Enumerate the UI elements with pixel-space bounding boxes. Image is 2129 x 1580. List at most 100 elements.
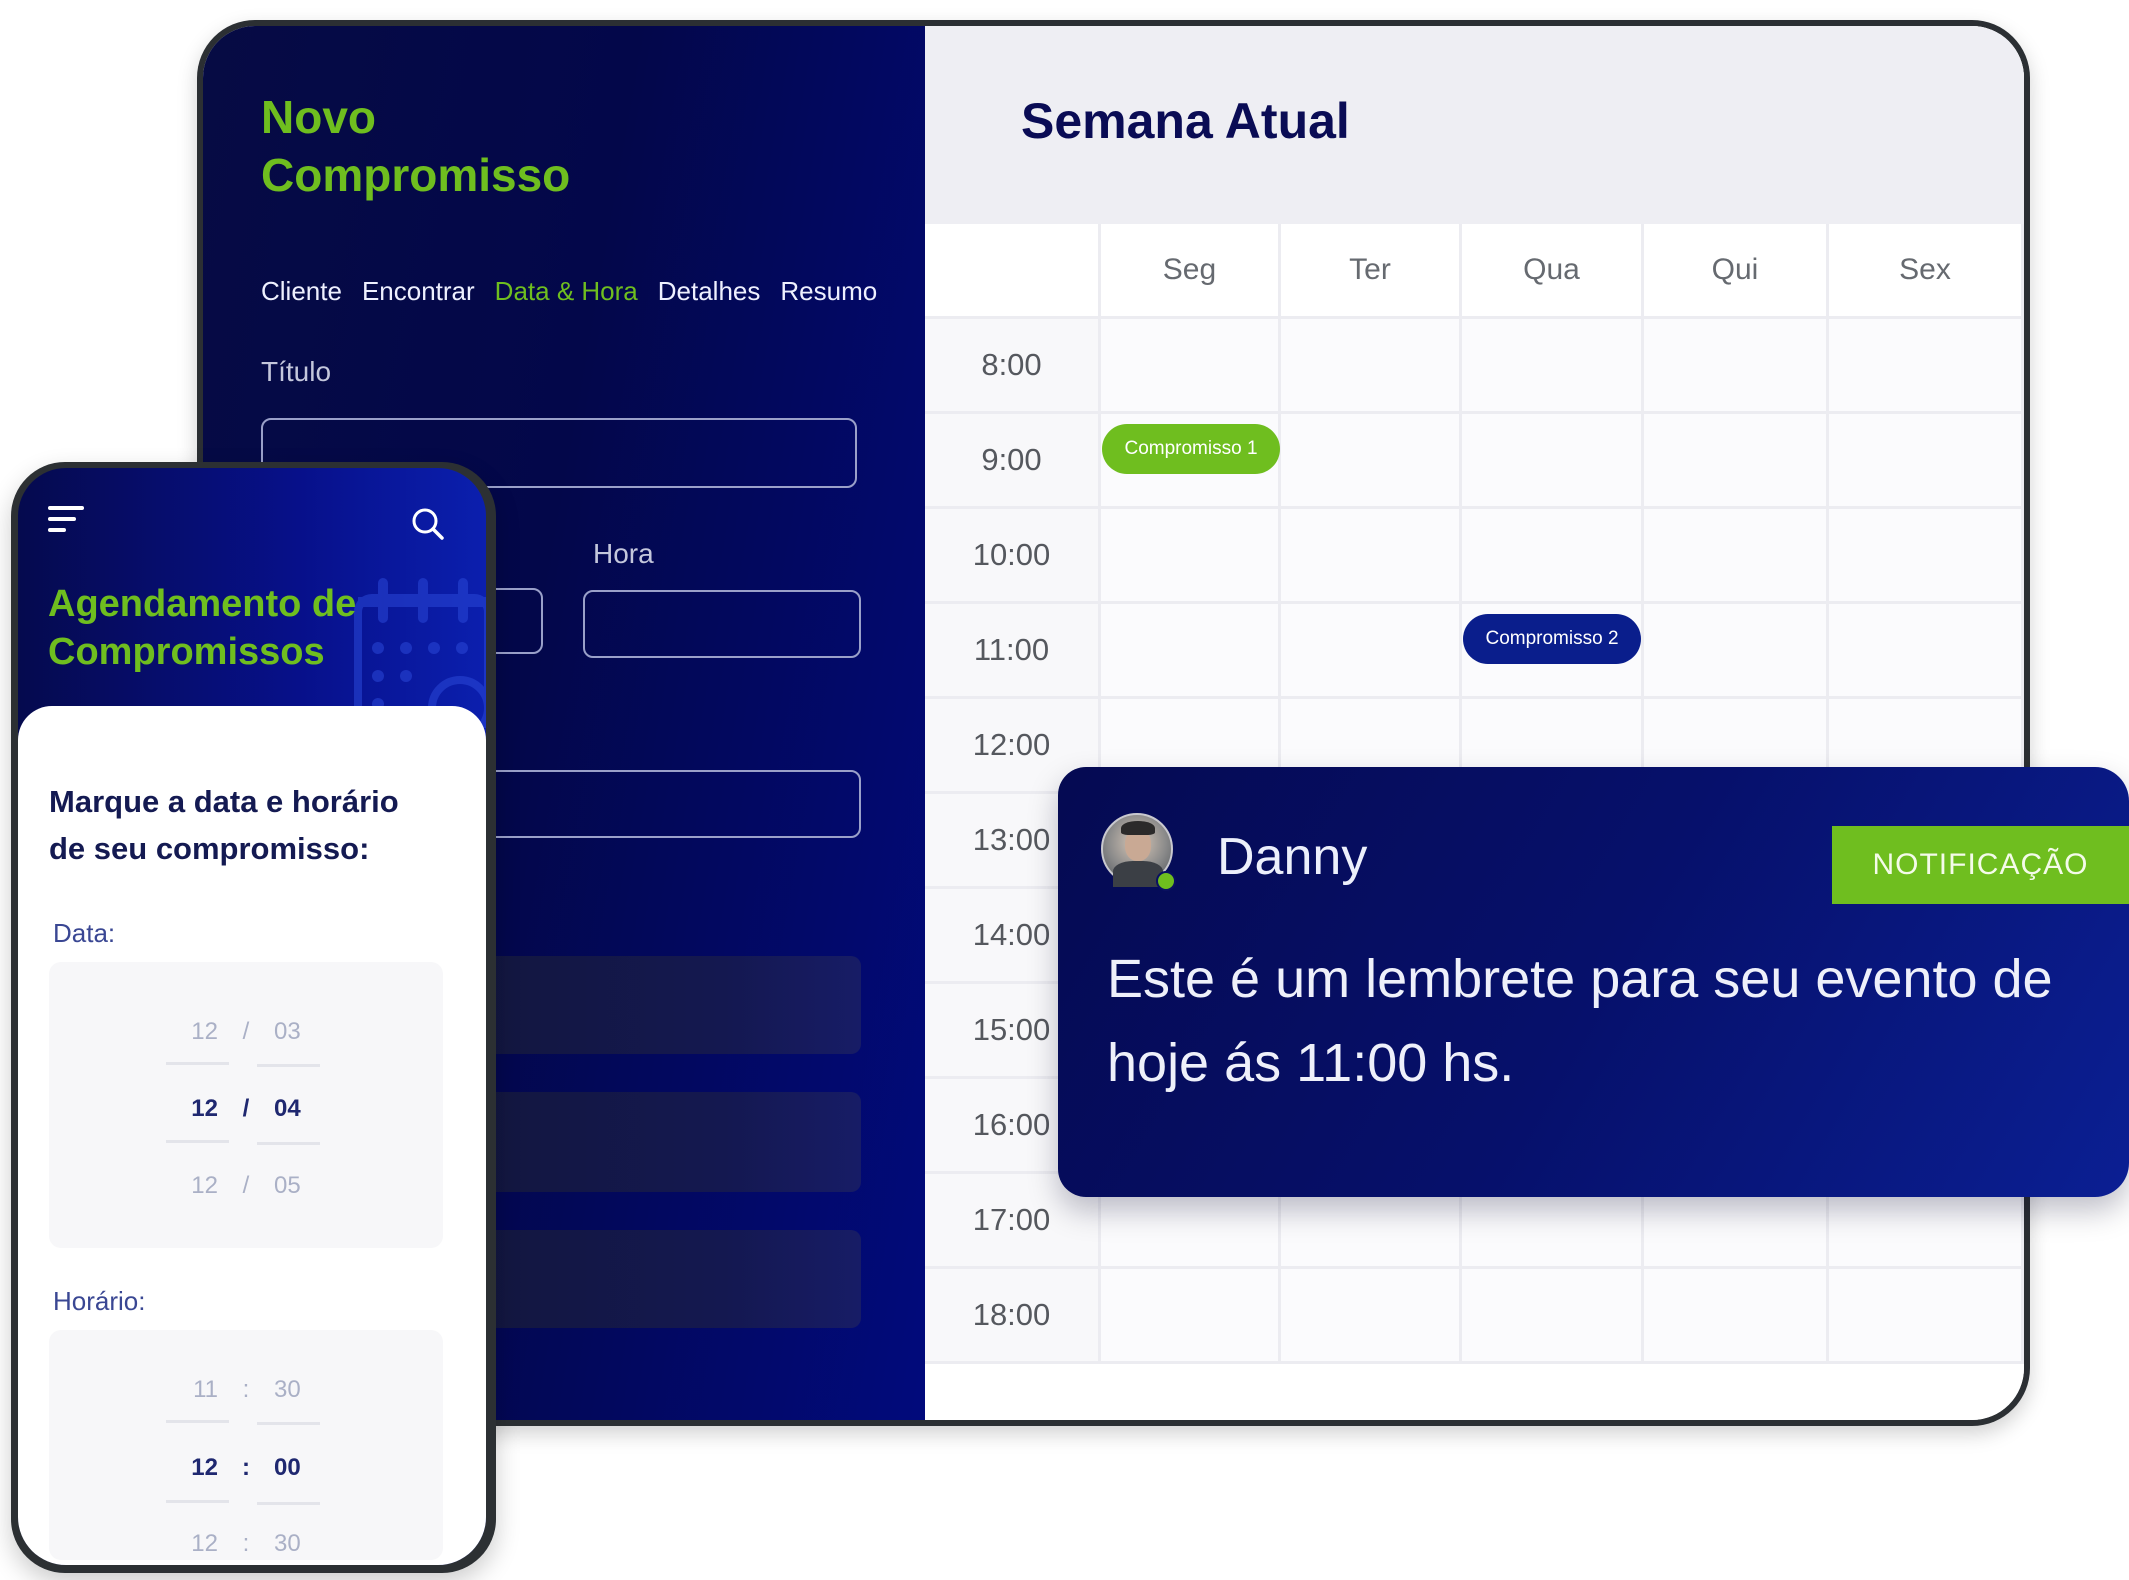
titulo-label: Título <box>261 356 332 387</box>
calendar-slot-cell[interactable] <box>1644 414 1829 509</box>
date-option[interactable]: 12 / 03 <box>49 1012 443 1052</box>
calendar-slot-cell[interactable] <box>1281 1269 1462 1364</box>
time-label: Horário: <box>53 1286 146 1316</box>
calendar-slot-cell[interactable] <box>1462 414 1644 509</box>
notification-message: Este é um lembrete para seu evento de ho… <box>1107 949 2053 1093</box>
time-hour: 12 <box>191 1454 218 1481</box>
phone-app-title: Agendamento de Compromissos <box>48 580 408 676</box>
calendar-slot-cell[interactable] <box>1829 604 2024 699</box>
day-header-cell: Qui <box>1644 224 1829 319</box>
time-minute: 30 <box>274 1530 301 1557</box>
time-picker[interactable]: 11 : 30 12 : 00 12 : 30 <box>49 1330 443 1560</box>
day-header-label: Sex <box>1899 253 1951 286</box>
day-header-cell: Ter <box>1281 224 1462 319</box>
calendar-slot-cell[interactable] <box>1644 604 1829 699</box>
instructions-line-2: de seu compromisso: <box>49 831 370 866</box>
day-header-label: Qui <box>1711 253 1759 286</box>
picker-divider <box>257 1422 320 1425</box>
time-slot-label: 9:00 <box>925 414 1098 506</box>
phone-screen: Agendamento de Compromissos Marque a dat… <box>18 468 486 1565</box>
week-calendar-panel: Semana Atual Seg Ter Qua Qui Sex 8:00 9:00 Comp… <box>925 26 2024 1420</box>
notification-badge: NOTIFICAÇÃO <box>1832 826 2129 904</box>
date-separator: / <box>242 1172 250 1199</box>
calendar-event[interactable]: Compromisso 2 <box>1463 614 1641 664</box>
calendar-slot-cell[interactable] <box>1101 1269 1281 1364</box>
tab-cliente[interactable]: Cliente <box>261 276 342 307</box>
calendar-slot-cell[interactable] <box>1829 414 2024 509</box>
sender-name: Danny <box>1217 828 1368 886</box>
day-header-label: Qua <box>1523 253 1580 286</box>
calendar-slot-cell[interactable]: Compromisso 2 <box>1462 604 1644 699</box>
calendar-slot-cell[interactable] <box>1101 319 1281 414</box>
schedule-instructions: Marque a data e horário de seu compromis… <box>49 778 449 872</box>
day-header-cell: Seg <box>1101 224 1281 319</box>
calendar-slot-cell[interactable] <box>1644 319 1829 414</box>
hora-input[interactable] <box>583 590 861 658</box>
schedule-card: Marque a data e horário de seu compromis… <box>18 706 486 1565</box>
tab-detalhes[interactable]: Detalhes <box>658 276 761 307</box>
calendar-slot-cell[interactable] <box>1829 509 2024 604</box>
notification-card[interactable]: Danny NOTIFICAÇÃO Este é um lembrete par… <box>1058 767 2129 1197</box>
time-separator: : <box>242 1530 250 1557</box>
picker-divider <box>257 1064 320 1067</box>
time-hour: 12 <box>191 1530 218 1557</box>
calendar-slot-cell[interactable] <box>1281 414 1462 509</box>
picker-divider <box>257 1502 320 1505</box>
calendar-slot-cell[interactable] <box>1101 509 1281 604</box>
time-slot-label: 8:00 <box>925 319 1098 411</box>
date-option[interactable]: 12 / 05 <box>49 1166 443 1206</box>
date-separator: / <box>242 1018 250 1045</box>
time-slot-label-cell: 8:00 <box>925 319 1101 414</box>
day-header-label: Ter <box>1349 253 1391 286</box>
date-month: 03 <box>274 1018 301 1045</box>
time-slot-label-cell: 11:00 <box>925 604 1101 699</box>
day-header-cell: Sex <box>1829 224 2024 319</box>
date-month: 05 <box>274 1172 301 1199</box>
time-slot-label-cell: 10:00 <box>925 509 1101 604</box>
calendar-slot-cell[interactable] <box>1829 1269 2024 1364</box>
date-picker[interactable]: 12 / 03 12 / 04 12 / 05 <box>49 962 443 1248</box>
calendar-slot-cell[interactable]: Compromisso 1 <box>1101 414 1281 509</box>
hora-label: Hora <box>593 538 654 569</box>
time-slot-label: 10:00 <box>925 509 1098 601</box>
time-option-selected[interactable]: 12 : 00 <box>49 1448 443 1488</box>
date-day: 12 <box>191 1172 218 1199</box>
title-line-2: Compromisso <box>261 149 571 201</box>
online-status-icon <box>1156 871 1176 891</box>
menu-icon[interactable] <box>48 506 84 534</box>
calendar-header: Semana Atual <box>925 26 2024 224</box>
picker-divider <box>166 1500 229 1503</box>
instructions-line-1: Marque a data e horário <box>49 784 399 819</box>
time-option[interactable]: 11 : 30 <box>49 1370 443 1410</box>
phone-title-line-2: Compromissos <box>48 631 325 673</box>
day-header-cell: Qua <box>1462 224 1644 319</box>
calendar-slot-cell[interactable] <box>1101 604 1281 699</box>
time-option[interactable]: 12 : 30 <box>49 1524 443 1564</box>
calendar-slot-cell[interactable] <box>1281 604 1462 699</box>
calendar-slot-cell[interactable] <box>1281 319 1462 414</box>
calendar-slot-cell[interactable] <box>1281 509 1462 604</box>
calendar-slot-cell[interactable] <box>1462 319 1644 414</box>
time-hour: 11 <box>193 1376 218 1403</box>
tab-data-hora[interactable]: Data & Hora <box>495 276 638 307</box>
date-label: Data: <box>53 918 116 948</box>
tab-encontrar[interactable]: Encontrar <box>362 276 475 307</box>
search-icon[interactable] <box>410 506 446 542</box>
phone-title-line-1: Agendamento de <box>48 583 357 625</box>
time-slot-label: 18:00 <box>925 1269 1098 1361</box>
avatar-hair <box>1121 821 1155 835</box>
calendar-event[interactable]: Compromisso 1 <box>1102 424 1280 474</box>
day-header-label: Seg <box>1162 253 1217 286</box>
tab-resumo[interactable]: Resumo <box>780 276 877 307</box>
calendar-slot-cell[interactable] <box>1644 509 1829 604</box>
calendar-slot-cell[interactable] <box>1462 1269 1644 1364</box>
calendar-slot-cell[interactable] <box>1462 509 1644 604</box>
calendar-slot-cell[interactable] <box>1829 319 2024 414</box>
time-separator: : <box>242 1454 250 1481</box>
date-option-selected[interactable]: 12 / 04 <box>49 1089 443 1129</box>
time-separator: : <box>242 1376 250 1403</box>
calendar-slot-cell[interactable] <box>1644 1269 1829 1364</box>
date-month: 04 <box>274 1095 301 1122</box>
picker-divider <box>166 1140 229 1143</box>
time-slot-label-cell: 18:00 <box>925 1269 1101 1364</box>
